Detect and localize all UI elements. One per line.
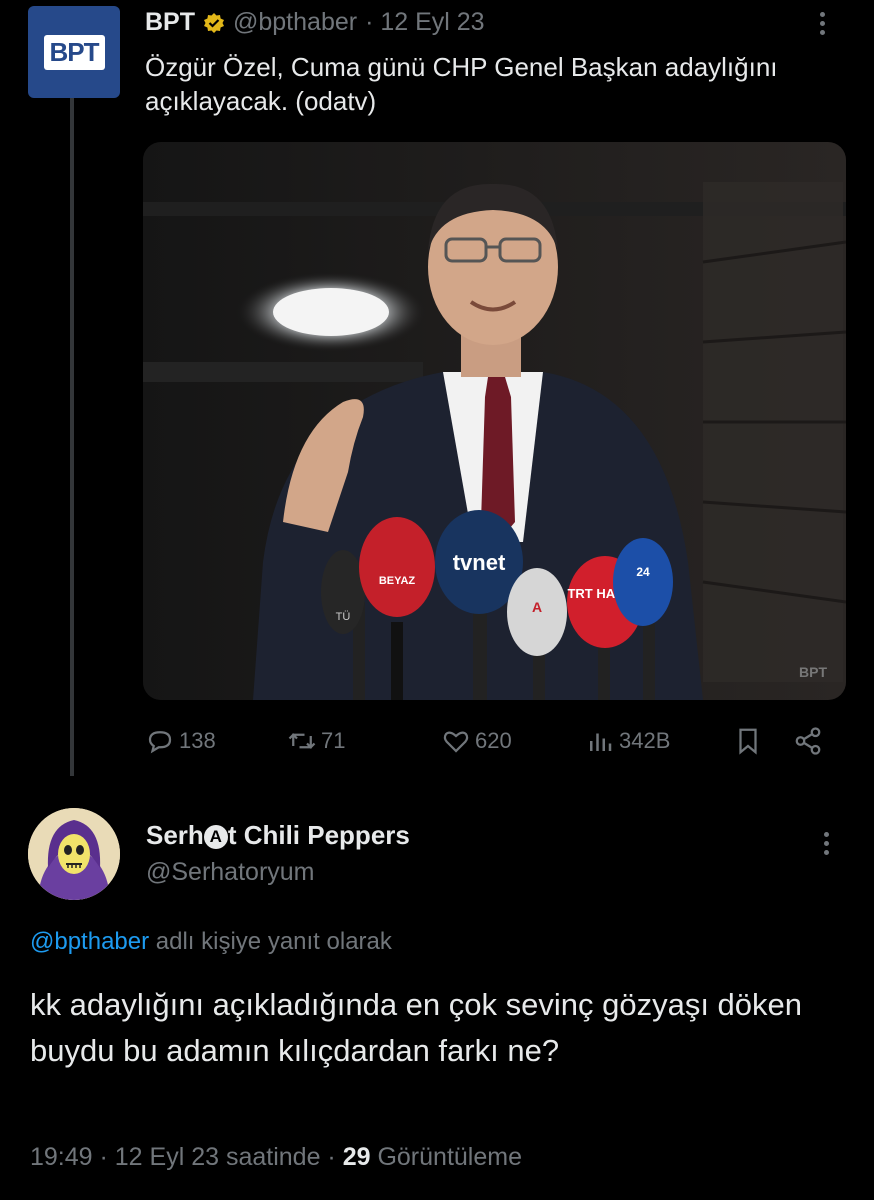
reply-author-avatar[interactable] (28, 808, 120, 900)
reply-icon (148, 731, 172, 754)
share-button[interactable] (793, 726, 823, 756)
bpt-avatar[interactable]: BPT (28, 6, 120, 98)
reply-author-name-part1: Serh (146, 820, 204, 850)
reply-meta: 19:49 · 12 Eyl 23 saatinde · 29 Görüntül… (30, 1143, 522, 1172)
views-chart-icon (590, 733, 612, 751)
retweet-count: 71 (321, 728, 346, 753)
bookmark-button[interactable] (733, 726, 763, 756)
tweet-date[interactable]: · 12 Eyl 23 (365, 8, 485, 37)
reply-author-name[interactable]: Serh At Chili Peppers (146, 820, 410, 851)
reply-author-name-part2: t Chili Peppers (227, 820, 410, 850)
retweet-button[interactable]: 71 (287, 726, 345, 756)
reply-date: · 12 Eyl 23 saatinde · (92, 1143, 343, 1171)
reply-more-options-icon[interactable] (824, 832, 829, 855)
mic-label-a: A (532, 599, 542, 615)
reply-author-handle[interactable]: @Serhatoryum (146, 858, 315, 887)
tweet-actions: 138 71 620 342B (145, 726, 845, 766)
mic-label-beyaz: BEYAZ (379, 575, 416, 587)
reply-text: kk adaylığını açıkladığında en çok sevin… (30, 987, 803, 1068)
bookmark-icon (739, 728, 757, 755)
circled-a-emoji: A (203, 825, 228, 849)
replying-to-text: adlı kişiye yanıt olarak (149, 928, 392, 955)
thread-connector-line (70, 98, 74, 776)
like-count: 620 (475, 728, 512, 753)
author-handle[interactable]: @bpthaber (233, 8, 357, 37)
tweet-text: Özgür Özel, Cuma günü CHP Genel Başkan a… (145, 52, 778, 116)
reply-time[interactable]: 19:49 (30, 1143, 93, 1171)
reply-count: 138 (179, 728, 216, 753)
tweet-photo[interactable]: BEYAZ tvnet A TRT HABER 24 TÜ BPT (143, 142, 846, 700)
mic-label-tvnet: tvnet (453, 550, 506, 575)
views-button[interactable]: 342B (585, 726, 670, 756)
mic-label-tu: TÜ (336, 611, 351, 623)
retweet-icon (288, 733, 316, 749)
bpt-logo: BPT (43, 34, 105, 70)
heart-icon (443, 731, 469, 753)
reply-button[interactable]: 138 (145, 726, 216, 756)
tweet-header: BPT @bpthaber · 12 Eyl 23 (145, 8, 485, 37)
like-button[interactable]: 620 (441, 726, 512, 756)
replying-to-label: @bpthaber adlı kişiye yanıt olarak (30, 928, 392, 956)
replying-to-mention-link[interactable]: @bpthaber (30, 928, 149, 955)
reply-views-label: Görüntüleme (370, 1143, 522, 1171)
author-name[interactable]: BPT (145, 8, 195, 37)
reply-views-count: 29 (342, 1143, 371, 1171)
mic-label-24: 24 (636, 565, 650, 579)
share-icon (795, 727, 821, 755)
more-options-icon[interactable] (820, 12, 825, 35)
photo-watermark: BPT (799, 664, 827, 680)
views-count: 342B (619, 728, 671, 753)
verified-badge-icon (203, 12, 225, 34)
